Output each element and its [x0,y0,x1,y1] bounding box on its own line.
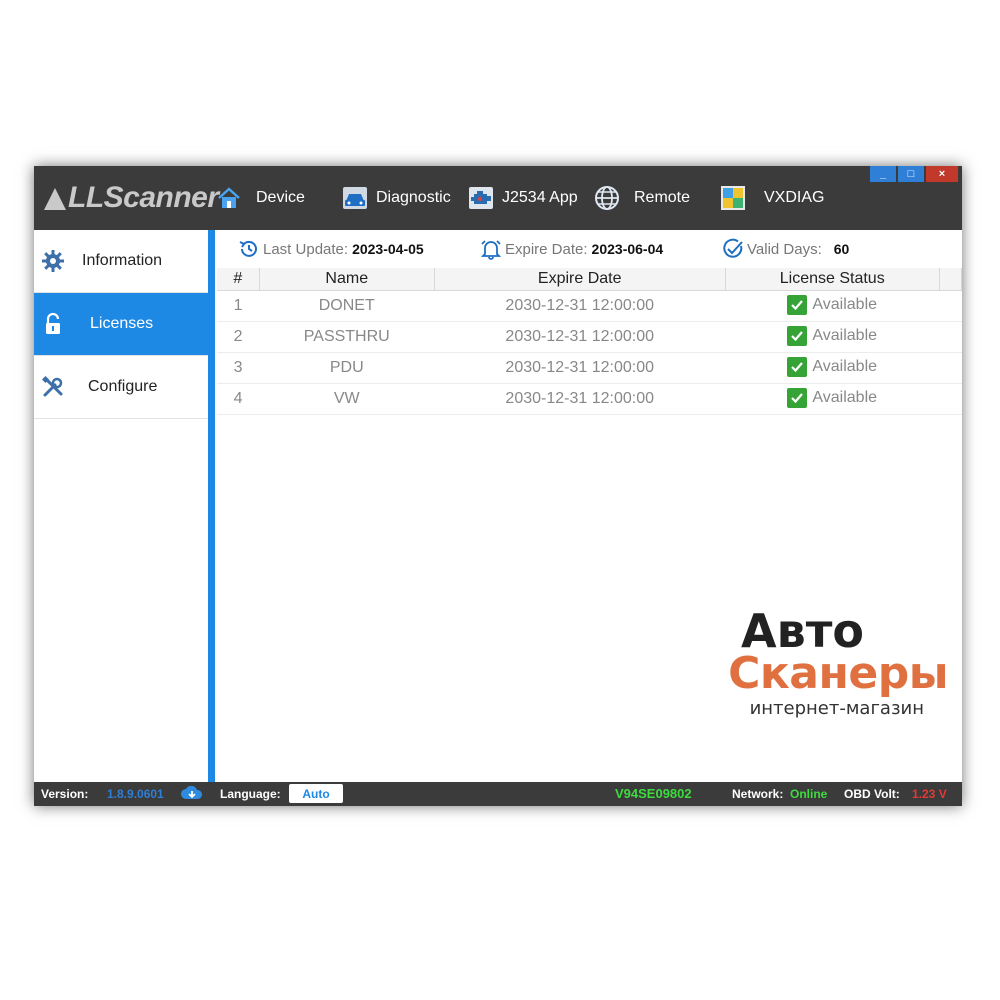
device-serial: V94SE09802 [615,786,692,801]
minimize-button[interactable]: _ [870,166,896,182]
close-button[interactable]: × [926,166,958,182]
logo-text: LLScanner [68,181,219,214]
obd-volt-label: OBD Volt: [844,787,900,801]
checkbox-checked-icon [787,387,808,408]
row-number: 2 [217,321,260,353]
network-label: Network: [732,787,784,801]
column-header-name[interactable]: Name [259,268,435,291]
obd-volt-value: 1.23 V [912,787,947,801]
row-status: Available [725,352,940,384]
column-header-spacer [939,268,962,291]
logo-triangle-icon [44,188,66,210]
engine-icon [468,185,494,211]
expire-date-label: Expire Date: [505,240,588,258]
row-status-label: Available [812,357,878,375]
bell-icon [479,237,503,261]
store-watermark: Авто Сканеры интернет-магазин [728,604,960,724]
tools-icon [40,374,66,400]
nav-device-label: Device [256,189,305,206]
expire-date-info: Expire Date: 2023-06-04 [479,238,663,260]
nav-vxdiag[interactable]: VXDIAG [720,180,824,216]
version-value: 1.8.9.0601 [107,787,164,801]
sidebar-item-configure[interactable]: Configure [34,356,208,419]
globe-icon [594,185,620,211]
sidebar-item-information[interactable]: Information [34,230,208,293]
check-circle-icon [721,237,745,261]
valid-days-value: 60 [833,241,850,257]
checkbox-checked-icon [787,294,808,315]
row-name: VW [259,383,435,415]
table-row[interactable]: 2 PASSTHRU 2030-12-31 12:00:00 Available [217,321,962,353]
last-update-info: Last Update: 2023-04-05 [237,238,424,260]
row-status: Available [725,290,940,322]
sidebar: Information Licenses Configure [34,230,208,782]
checkbox-checked-icon [787,325,808,346]
table-row[interactable]: 3 PDU 2030-12-31 12:00:00 Available [217,352,962,384]
expire-date-value: 2023-06-04 [591,241,664,257]
row-status: Available [725,321,940,353]
table-row[interactable]: 4 VW 2030-12-31 12:00:00 Available [217,383,962,415]
row-status-label: Available [812,388,878,406]
history-icon [237,237,261,261]
title-bar: LLScanner Device Diagnostic J2534 App Re [34,166,962,230]
valid-days-info: Valid Days: 60 [721,238,849,260]
table-header-row: # Name Expire Date License Status [217,268,962,291]
watermark-line2: Сканеры [728,648,948,699]
gear-icon [40,248,66,274]
nav-remote-label: Remote [634,189,691,206]
nav-j2534[interactable]: J2534 App [468,180,578,216]
row-status-label: Available [812,326,878,344]
sidebar-item-label: Information [82,252,163,269]
row-number: 4 [217,383,260,415]
row-expire-date: 2030-12-31 12:00:00 [434,383,725,415]
vxdiag-icon [720,185,746,211]
home-icon [216,185,242,211]
app-logo: LLScanner [44,180,219,216]
row-number: 1 [217,290,260,322]
nav-vxdiag-label: VXDIAG [764,189,825,206]
row-expire-date: 2030-12-31 12:00:00 [434,290,725,322]
row-name: PDU [259,352,435,384]
row-status-label: Available [812,295,878,313]
row-expire-date: 2030-12-31 12:00:00 [434,321,725,353]
table-row[interactable]: 1 DONET 2030-12-31 12:00:00 Available [217,290,962,322]
version-label: Version: [41,787,89,801]
sidebar-item-licenses[interactable]: Licenses [34,293,208,356]
column-header-expire-date[interactable]: Expire Date [434,268,726,291]
window-controls: _ □ × [870,166,958,182]
status-bar: Version: 1.8.9.0601 Language: Auto V94SE… [34,782,962,806]
row-expire-date: 2030-12-31 12:00:00 [434,352,725,384]
nav-diagnostic-label: Diagnostic [376,189,451,206]
row-status: Available [725,383,940,415]
nav-j2534-label: J2534 App [502,189,578,206]
nav-remote[interactable]: Remote [594,180,690,216]
maximize-button[interactable]: □ [898,166,924,182]
last-update-label: Last Update: [263,240,349,258]
nav-diagnostic[interactable]: Diagnostic [342,180,451,216]
language-label: Language: [220,787,281,801]
checkbox-checked-icon [787,356,808,377]
sidebar-item-label: Licenses [90,315,154,332]
car-icon [342,185,368,211]
row-name: DONET [259,290,435,322]
valid-days-label: Valid Days: [747,240,822,258]
sidebar-item-label: Configure [88,378,158,395]
lock-icon [40,311,66,337]
row-number: 3 [217,352,260,384]
license-info-bar: Last Update: 2023-04-05 Expire Date: 202… [215,230,962,268]
row-name: PASSTHRU [259,321,435,353]
column-header-license-status[interactable]: License Status [725,268,940,291]
cloud-update-icon[interactable] [180,784,204,805]
language-select[interactable]: Auto [289,784,343,803]
last-update-value: 2023-04-05 [352,241,424,257]
column-header-number[interactable]: # [217,268,260,291]
sidebar-divider [208,230,215,782]
licenses-table: # Name Expire Date License Status 1 DONE… [217,268,962,415]
watermark-line3: интернет-магазин [749,698,924,719]
network-status: Online [790,787,828,801]
nav-device[interactable]: Device [216,180,305,216]
